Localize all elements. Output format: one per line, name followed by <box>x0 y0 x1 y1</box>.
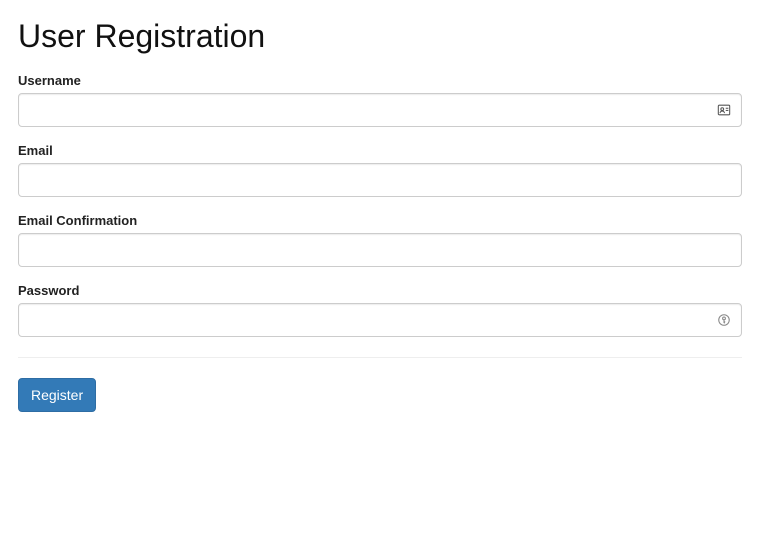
password-group: Password <box>18 283 742 337</box>
register-button[interactable]: Register <box>18 378 96 412</box>
email-confirmation-input[interactable] <box>18 233 742 267</box>
username-group: Username <box>18 73 742 127</box>
registration-form: Username Email Email Confirmation Passwo… <box>18 73 742 412</box>
contact-card-icon[interactable] <box>716 102 732 118</box>
email-input[interactable] <box>18 163 742 197</box>
username-input-wrap <box>18 93 742 127</box>
email-confirmation-label: Email Confirmation <box>18 213 742 228</box>
username-input[interactable] <box>18 93 742 127</box>
email-label: Email <box>18 143 742 158</box>
username-label: Username <box>18 73 742 88</box>
key-icon[interactable] <box>716 312 732 328</box>
password-label: Password <box>18 283 742 298</box>
password-input-wrap <box>18 303 742 337</box>
separator <box>18 357 742 358</box>
password-input[interactable] <box>18 303 742 337</box>
email-group: Email <box>18 143 742 197</box>
email-confirmation-group: Email Confirmation <box>18 213 742 267</box>
page-title: User Registration <box>18 18 742 55</box>
